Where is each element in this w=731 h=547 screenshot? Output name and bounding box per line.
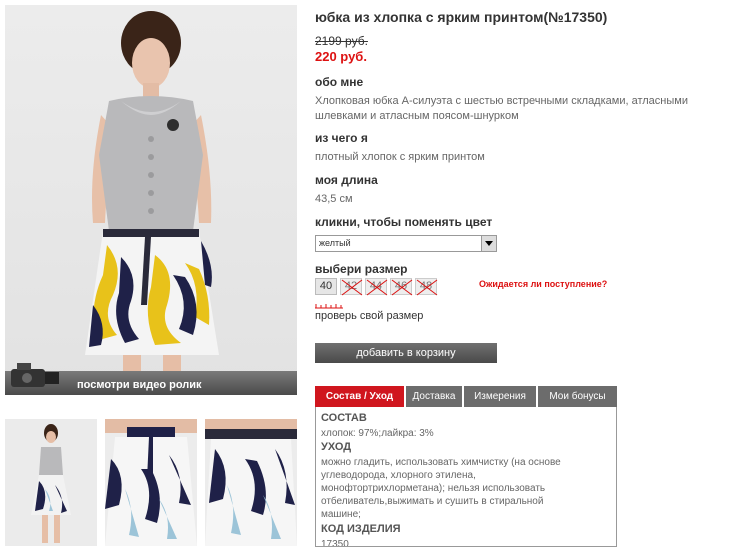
about-text-line1: Хлопковая юбка А-силуэта с шестью встреч… xyxy=(315,95,688,107)
tab-panel-composition: СОСТАВ хлопок: 97%;лайкра: 3% УХОД можно… xyxy=(315,407,617,547)
about-text-line2: шлевками и атласным поясом-шнурком xyxy=(315,110,519,122)
main-product-photo[interactable]: посмотри видео ролик xyxy=(5,5,297,395)
composition-heading: СОСТАВ xyxy=(321,412,367,424)
add-to-cart-button[interactable]: добавить в корзину xyxy=(315,343,497,363)
product-title: юбка из хлопка с ярким принтом(№17350) xyxy=(315,9,608,25)
thumbnail-full-outfit[interactable] xyxy=(5,419,97,546)
unavailable-cross-icon xyxy=(366,279,388,296)
size-option-46[interactable]: 46 xyxy=(390,278,413,296)
thumbnail-skirt-back[interactable] xyxy=(205,419,297,546)
chevron-down-icon[interactable] xyxy=(481,236,496,251)
length-heading: моя длина xyxy=(315,173,378,187)
unavailable-cross-icon xyxy=(416,279,438,296)
color-select[interactable]: желтый xyxy=(315,235,497,252)
care-text-line4: отбеливатель,выжимать и сушить в стираль… xyxy=(321,496,544,507)
info-tabs: Состав / Уход Доставка Измерения Мои бон… xyxy=(315,386,617,407)
model-illustration xyxy=(85,11,219,395)
care-text-line5: машине; xyxy=(321,509,361,520)
code-heading: КОД ИЗДЕЛИЯ xyxy=(321,523,401,535)
thumbnail-image xyxy=(5,419,97,546)
thumbnail-skirt-front[interactable] xyxy=(105,419,197,546)
thumbnail-image xyxy=(205,419,297,546)
unavailable-cross-icon xyxy=(341,279,363,296)
care-text-line2: углеводорода, хлорного этилена, xyxy=(321,470,476,481)
old-price: 2199 руб. xyxy=(315,34,368,48)
care-heading: УХОД xyxy=(321,441,352,453)
tab-delivery[interactable]: Доставка xyxy=(406,386,462,407)
size-option-48[interactable]: 48 xyxy=(415,278,438,296)
thumbnail-image xyxy=(105,419,197,546)
video-link[interactable]: посмотри видео ролик xyxy=(77,379,202,391)
tab-bonuses[interactable]: Мои бонусы xyxy=(538,386,617,407)
tab-measurements[interactable]: Измерения xyxy=(464,386,536,407)
color-heading: кликни, чтобы поменять цвет xyxy=(315,215,493,229)
care-text-line3: монофтортрихлорметана); нельзя использов… xyxy=(321,483,546,494)
about-heading: обо мне xyxy=(315,75,364,89)
size-option-44[interactable]: 44 xyxy=(365,278,388,296)
ruler-icon xyxy=(315,304,343,309)
tab-composition-care[interactable]: Состав / Уход xyxy=(315,386,404,407)
size-option-42[interactable]: 42 xyxy=(340,278,363,296)
color-select-value: желтый xyxy=(319,238,351,248)
care-text-line1: можно гладить, использовать химчистку (н… xyxy=(321,457,561,468)
material-text: плотный хлопок с ярким принтом xyxy=(315,151,485,163)
video-camera-icon[interactable] xyxy=(7,359,65,393)
size-heading: выбери размер xyxy=(315,262,408,276)
size-option-40[interactable]: 40 xyxy=(315,278,337,295)
stock-inquiry-link[interactable]: Ожидается ли поступление? xyxy=(479,279,607,289)
sale-price: 220 руб. xyxy=(315,49,367,64)
composition-text: хлопок: 97%;лайкра: 3% xyxy=(321,428,434,439)
unavailable-cross-icon xyxy=(391,279,413,296)
length-text: 43,5 см xyxy=(315,193,353,205)
material-heading: из чего я xyxy=(315,131,368,145)
check-size-link[interactable]: проверь свой размер xyxy=(315,310,423,322)
